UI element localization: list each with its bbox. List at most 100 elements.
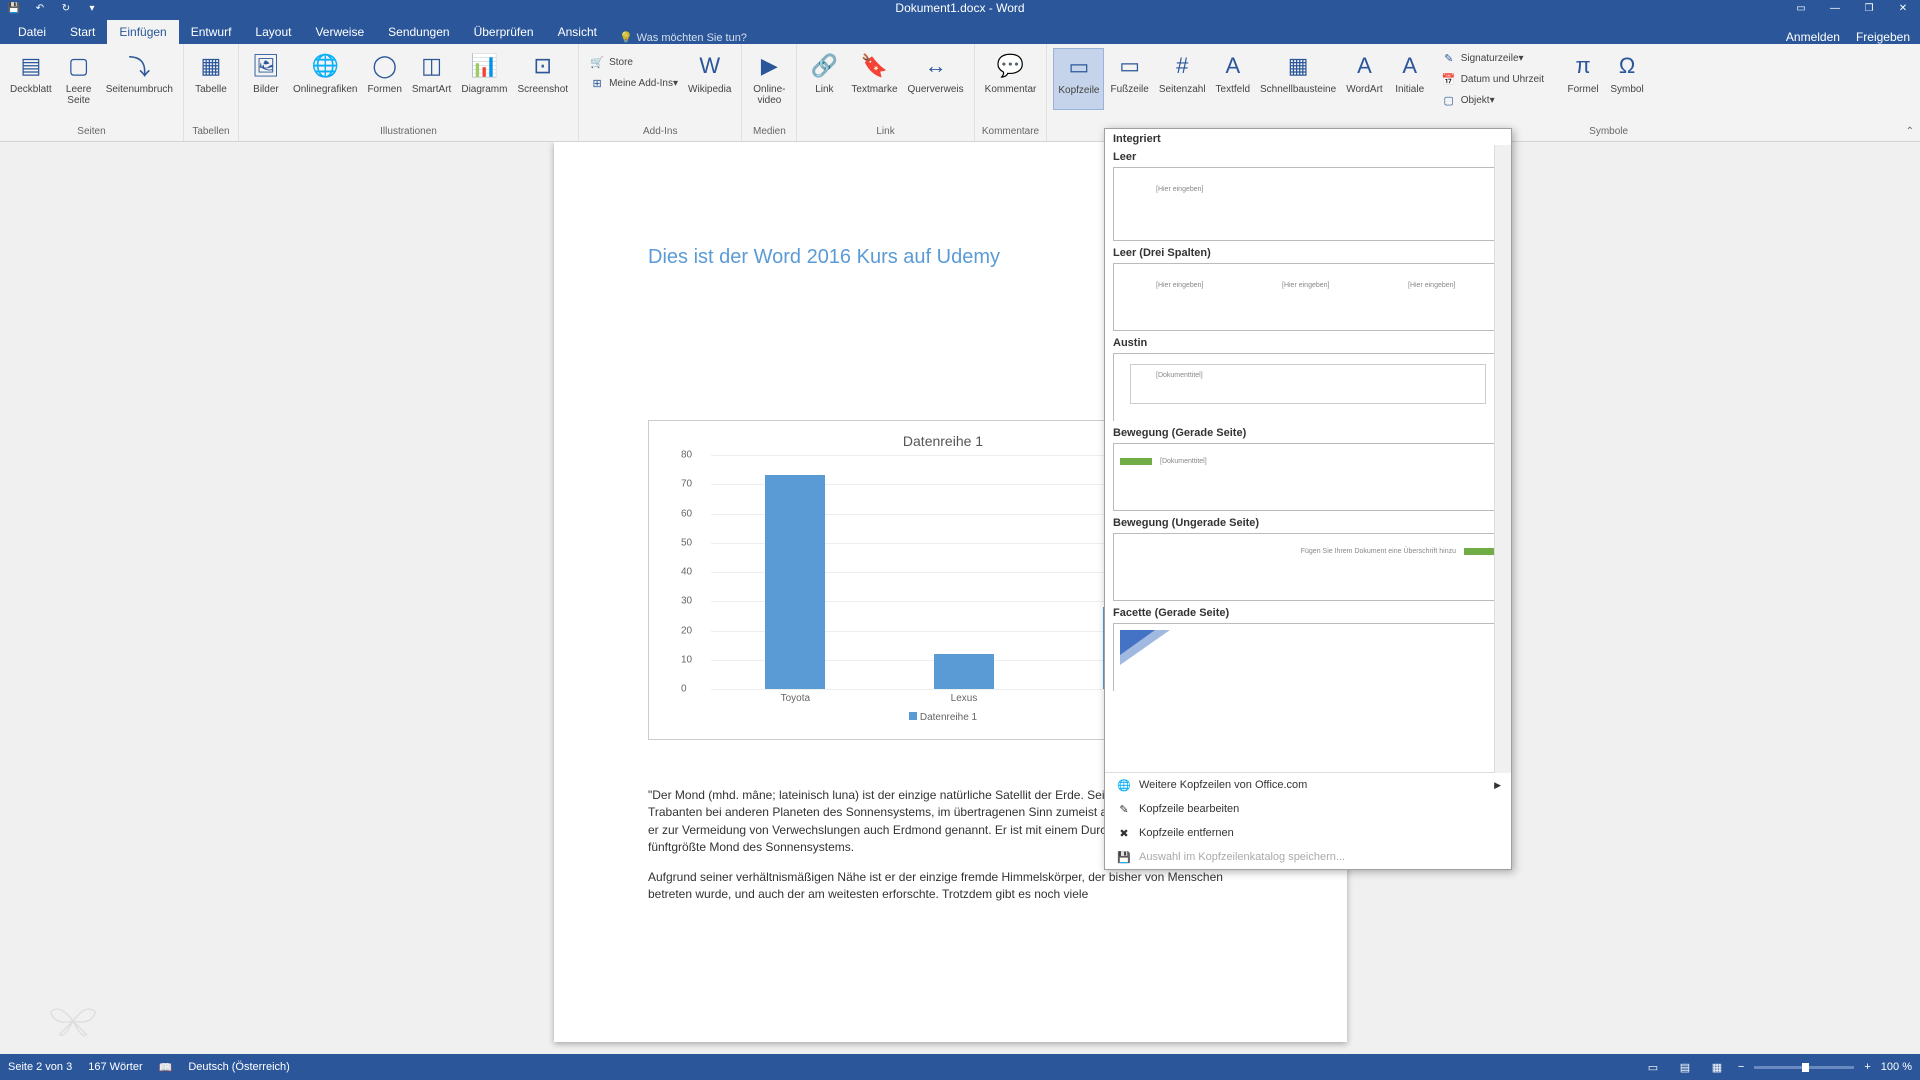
status-language[interactable]: Deutsch (Österreich): [188, 1061, 289, 1073]
zoom-out-icon[interactable]: −: [1738, 1061, 1744, 1073]
wikipedia-icon: W: [694, 50, 726, 82]
signin-link[interactable]: Anmelden: [1786, 30, 1840, 44]
bilder-button[interactable]: 🖼Bilder: [245, 48, 287, 97]
butterfly-watermark-icon: [46, 996, 100, 1046]
zoom-slider[interactable]: [1754, 1066, 1854, 1069]
status-page[interactable]: Seite 2 von 3: [8, 1061, 72, 1073]
gallery-item-leer[interactable]: [Hier eingeben]: [1113, 167, 1503, 241]
onlinevideo-button[interactable]: ▶Online-video: [748, 48, 790, 108]
gallery-item-austin-label: Austin: [1113, 337, 1503, 349]
chart-bar: [765, 475, 825, 689]
pagenumber-icon: #: [1166, 50, 1198, 82]
wordart-button[interactable]: AWordArt: [1342, 48, 1387, 110]
kopfzeile-button[interactable]: ▭Kopfzeile: [1053, 48, 1104, 110]
bookmark-icon: 🔖: [858, 50, 890, 82]
view-read-icon[interactable]: ▭: [1642, 1058, 1664, 1076]
diagramm-button[interactable]: 📊Diagramm: [457, 48, 511, 97]
office-icon: 🌐: [1115, 777, 1133, 793]
group-label-illustrationen: Illustrationen: [380, 124, 437, 139]
status-words[interactable]: 167 Wörter: [88, 1061, 142, 1073]
ribbon-collapse-icon[interactable]: ⌃: [1906, 126, 1914, 137]
pictures-icon: 🖼: [250, 50, 282, 82]
gallery-item-bewegung-g[interactable]: [Dokumenttitel]: [1113, 443, 1503, 511]
tab-entwurf[interactable]: Entwurf: [179, 20, 244, 44]
document-heading[interactable]: Dies ist der Word 2016 Kurs auf Udemy: [648, 246, 1000, 269]
kommentar-button[interactable]: 💬Kommentar: [981, 48, 1041, 97]
status-proof-icon[interactable]: 📖: [159, 1061, 173, 1074]
schnellbausteine-button[interactable]: ▦Schnellbausteine: [1256, 48, 1340, 110]
my-addins-button[interactable]: ⊞Meine Add-Ins ▾: [585, 73, 682, 93]
gallery-scrollbar[interactable]: [1494, 145, 1511, 773]
undo-icon[interactable]: ↶: [30, 0, 50, 16]
save-icon[interactable]: 💾: [4, 0, 24, 16]
textmarke-button[interactable]: 🔖Textmarke: [847, 48, 901, 97]
objekt-button[interactable]: ▢Objekt ▾: [1437, 90, 1548, 110]
online-pictures-icon: 🌐: [309, 50, 341, 82]
zoom-in-icon[interactable]: +: [1864, 1061, 1870, 1073]
signaturzeile-button[interactable]: ✎Signaturzeile ▾: [1437, 48, 1548, 68]
tab-verweise[interactable]: Verweise: [303, 20, 376, 44]
seitenumbruch-button[interactable]: ⤵Seitenumbruch: [102, 48, 177, 108]
tab-layout[interactable]: Layout: [243, 20, 303, 44]
smartart-icon: ◫: [416, 50, 448, 82]
document-area[interactable]: Dies ist der Word 2016 Kurs auf Udemy Da…: [0, 142, 1920, 1054]
zoom-level[interactable]: 100 %: [1881, 1061, 1912, 1073]
screenshot-icon: ⊡: [527, 50, 559, 82]
gallery-section-header: Integriert: [1105, 129, 1511, 145]
gallery-item-bewegung-u[interactable]: Fügen Sie Ihrem Dokument eine Überschrif…: [1113, 533, 1503, 601]
gallery-remove-header[interactable]: ✖Kopfzeile entfernen: [1105, 821, 1511, 845]
smartart-button[interactable]: ◫SmartArt: [408, 48, 455, 97]
gallery-item-leer-label: Leer: [1113, 151, 1503, 163]
initiale-button[interactable]: AInitiale: [1389, 48, 1431, 110]
redo-icon[interactable]: ↻: [56, 0, 76, 16]
view-web-icon[interactable]: ▦: [1706, 1058, 1728, 1076]
save-gallery-icon: 💾: [1115, 849, 1133, 865]
querverweis-button[interactable]: ↔Querverweis: [904, 48, 968, 97]
lightbulb-icon: 💡: [619, 31, 633, 44]
gallery-item-leer3[interactable]: [Hier eingeben] [Hier eingeben] [Hier ei…: [1113, 263, 1503, 331]
wordart-icon: A: [1348, 50, 1380, 82]
qat-more-icon[interactable]: ▾: [82, 0, 102, 16]
wikipedia-button[interactable]: WWikipedia: [684, 48, 735, 97]
tabelle-button[interactable]: ▦Tabelle: [190, 48, 232, 97]
tab-sendungen[interactable]: Sendungen: [376, 20, 461, 44]
close-icon[interactable]: ✕: [1886, 0, 1920, 16]
gallery-save-selection: 💾Auswahl im Kopfzeilenkatalog speichern.…: [1105, 845, 1511, 869]
leere-seite-button[interactable]: ▢LeereSeite: [58, 48, 100, 108]
ribbon-display-options-icon[interactable]: ▭: [1784, 0, 1818, 16]
formen-button[interactable]: ◯Formen: [363, 48, 405, 97]
minimize-icon[interactable]: —: [1818, 0, 1852, 16]
video-icon: ▶: [753, 50, 785, 82]
symbol-button[interactable]: ΩSymbol: [1606, 48, 1648, 110]
gallery-item-facette-label: Facette (Gerade Seite): [1113, 607, 1503, 619]
gallery-item-austin[interactable]: [Dokumenttitel]: [1113, 353, 1503, 421]
gallery-more-office[interactable]: 🌐Weitere Kopfzeilen von Office.com▶: [1105, 773, 1511, 797]
store-button[interactable]: 🛒Store: [585, 52, 682, 72]
seitenzahl-button[interactable]: #Seitenzahl: [1155, 48, 1210, 110]
page-break-icon: ⤵: [123, 50, 155, 82]
dropcap-icon: A: [1394, 50, 1426, 82]
restore-icon[interactable]: ❐: [1852, 0, 1886, 16]
tab-ansicht[interactable]: Ansicht: [546, 20, 609, 44]
formel-button[interactable]: πFormel: [1562, 48, 1604, 110]
tab-einfuegen[interactable]: Einfügen: [107, 20, 178, 44]
gallery-item-bewegung-g-label: Bewegung (Gerade Seite): [1113, 427, 1503, 439]
gallery-item-facette[interactable]: [1113, 623, 1503, 691]
datum-uhrzeit-button[interactable]: 📅Datum und Uhrzeit: [1437, 69, 1548, 89]
view-print-icon[interactable]: ▤: [1674, 1058, 1696, 1076]
footer-icon: ▭: [1114, 50, 1146, 82]
tab-ueberpruefen[interactable]: Überprüfen: [462, 20, 546, 44]
onlinegrafiken-button[interactable]: 🌐Onlinegrafiken: [289, 48, 361, 97]
share-button[interactable]: Freigeben: [1856, 30, 1910, 44]
screenshot-button[interactable]: ⊡Screenshot: [513, 48, 572, 97]
gallery-edit-header[interactable]: ✎Kopfzeile bearbeiten: [1105, 797, 1511, 821]
tell-me-search[interactable]: 💡 Was möchten Sie tun?: [619, 31, 747, 44]
textfeld-button[interactable]: ATextfeld: [1212, 48, 1254, 110]
tell-me-placeholder: Was möchten Sie tun?: [637, 32, 747, 44]
tab-datei[interactable]: Datei: [6, 20, 58, 44]
tab-start[interactable]: Start: [58, 20, 107, 44]
deckblatt-button[interactable]: ▤Deckblatt: [6, 48, 56, 108]
object-icon: ▢: [1441, 92, 1457, 108]
fusszeile-button[interactable]: ▭Fußzeile: [1106, 48, 1152, 110]
link-button[interactable]: 🔗Link: [803, 48, 845, 97]
